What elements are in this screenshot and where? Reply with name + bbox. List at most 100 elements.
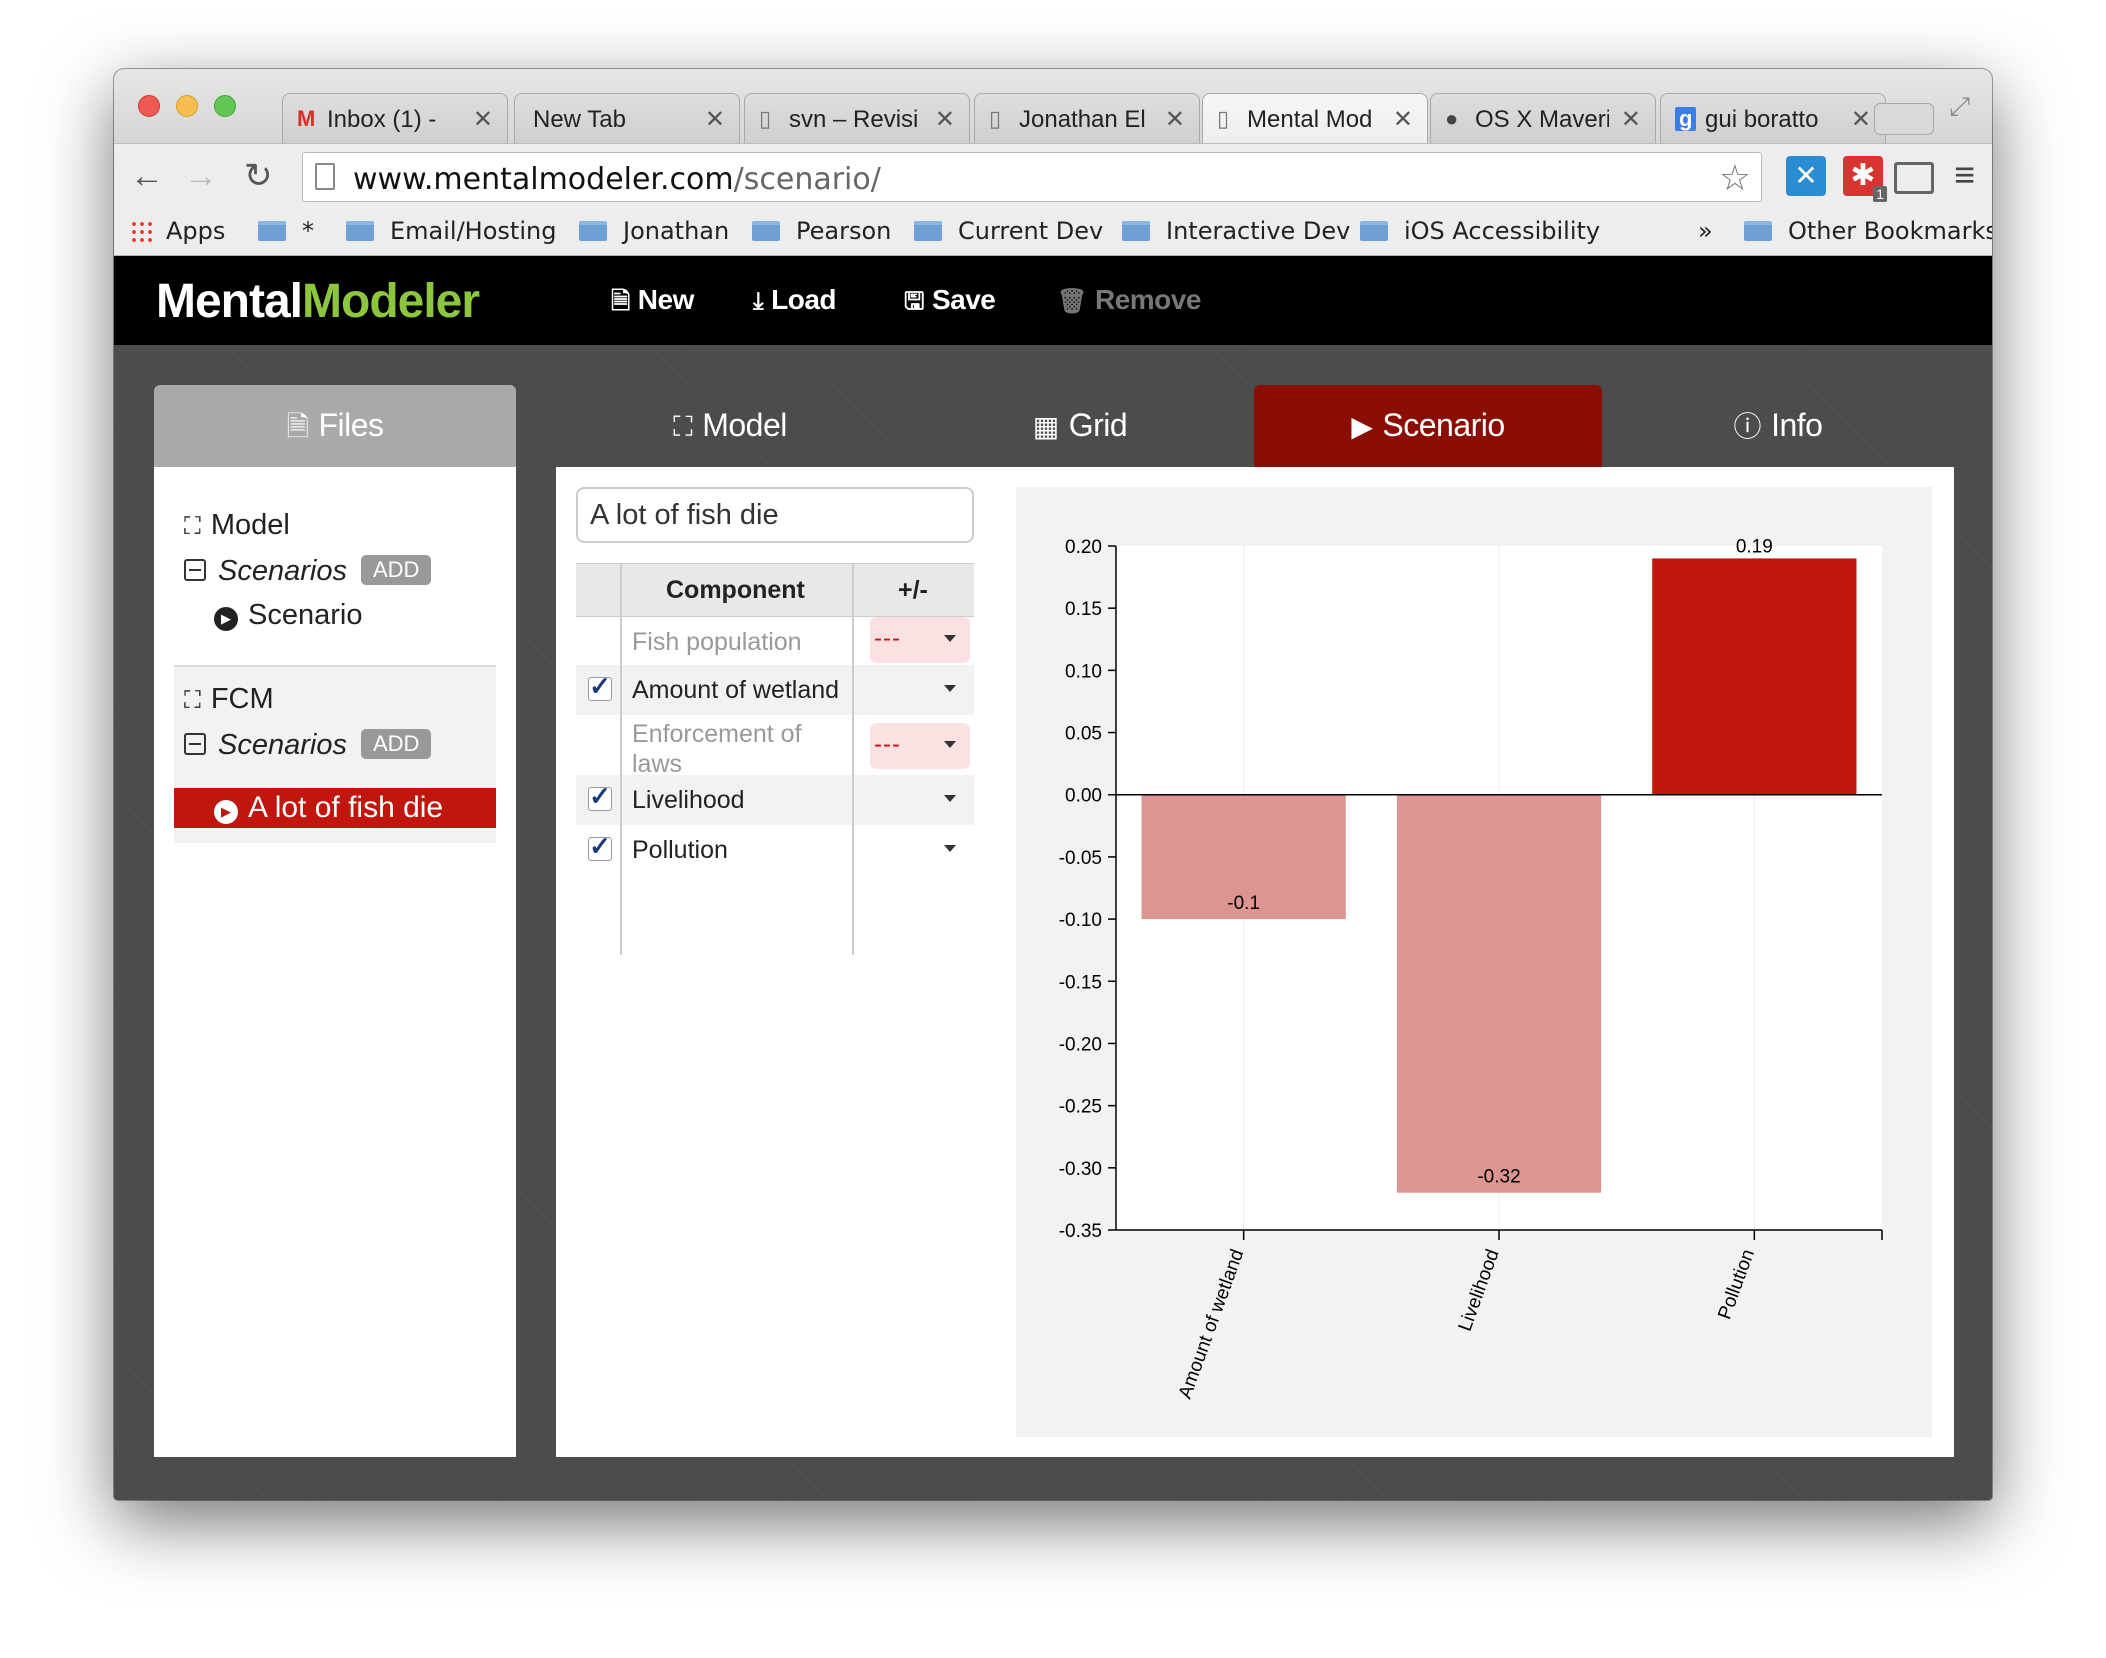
bar-value-label: -0.32 xyxy=(1477,1167,1520,1188)
fullscreen-icon[interactable]: ⤢ xyxy=(1949,91,1970,123)
forward-arrow-icon[interactable]: → xyxy=(184,156,218,196)
close-tab-icon[interactable]: ✕ xyxy=(1393,105,1413,134)
influence-select[interactable]: --- xyxy=(870,723,970,769)
component-name: Enforcement of laws xyxy=(632,720,802,778)
menu-icon[interactable]: ≡ xyxy=(1954,154,1975,196)
tab-label: Model xyxy=(702,407,787,443)
address-bar[interactable]: www.mentalmodeler.com/scenario/ ☆ xyxy=(302,152,1762,202)
page-icon: ▯ xyxy=(1217,106,1230,131)
browser-tab-google[interactable]: g gui boratto ✕ xyxy=(1660,93,1886,143)
influence-select[interactable] xyxy=(870,667,970,713)
bookmark-pearson[interactable]: Pearson xyxy=(752,217,891,245)
bookmark-other-bookmarks[interactable]: Other Bookmarks xyxy=(1744,217,1992,245)
component-name: Fish population xyxy=(632,628,802,656)
tree-fcm[interactable]: ⛶ FCM xyxy=(184,683,274,716)
x-tick-label: Amount of wetland xyxy=(1175,1247,1249,1402)
document-icon: 🗎 xyxy=(286,411,309,442)
bookmark-jonathan[interactable]: Jonathan xyxy=(579,217,729,245)
apple-icon: ● xyxy=(1445,106,1459,131)
zoom-window-button[interactable] xyxy=(214,95,236,117)
tree-fcm-scenarios[interactable]: Scenarios ADD xyxy=(184,729,432,762)
tree-model[interactable]: ⛶ Model xyxy=(184,509,290,542)
tree-selected-scenario[interactable]: ▶ A lot of fish die xyxy=(174,788,496,828)
tab-label: Files xyxy=(318,407,384,443)
close-tab-icon[interactable]: ✕ xyxy=(1851,105,1871,134)
tab-scenario[interactable]: ▶ Scenario xyxy=(1254,385,1602,467)
tab-grid[interactable]: ▦ Grid xyxy=(906,385,1254,467)
tree-model-scenarios[interactable]: Scenarios ADD xyxy=(184,555,432,588)
reload-icon[interactable]: ↻ xyxy=(244,156,273,196)
sitemap-icon: ⛶ xyxy=(673,411,693,442)
save-button[interactable]: 🖫 Save xyxy=(904,284,996,325)
back-arrow-icon[interactable]: ← xyxy=(130,156,164,196)
bookmark-star-icon[interactable]: ☆ xyxy=(1719,157,1751,199)
browser-tab-svn[interactable]: ▯ svn – Revisi ✕ xyxy=(744,93,970,143)
influence-select[interactable]: --- xyxy=(870,617,970,663)
extension-badge-icon[interactable]: ✱ 1 xyxy=(1843,156,1887,202)
bookmark-apps[interactable]: Apps xyxy=(130,217,225,245)
folder-icon xyxy=(914,221,942,241)
y-tick-label: -0.20 xyxy=(1059,1034,1102,1055)
extension-x-icon[interactable]: ✕ xyxy=(1786,156,1826,196)
cast-icon[interactable] xyxy=(1894,162,1934,194)
table-divider xyxy=(852,563,854,955)
close-tab-icon[interactable]: ✕ xyxy=(935,105,955,134)
browser-tab-inbox[interactable]: M Inbox (1) - ✕ xyxy=(282,93,508,143)
influence-select[interactable] xyxy=(870,777,970,823)
close-tab-icon[interactable]: ✕ xyxy=(1621,105,1641,134)
browser-tab-jonathan[interactable]: ▯ Jonathan El ✕ xyxy=(974,93,1200,143)
new-button[interactable]: 🗎 New xyxy=(611,284,694,325)
tab-model[interactable]: ⛶ Model xyxy=(556,385,904,467)
component-name: Pollution xyxy=(632,836,728,864)
influence-select[interactable] xyxy=(870,827,970,873)
bookmark-label: Interactive Dev xyxy=(1166,217,1351,245)
bookmark-ios-accessibility[interactable]: iOS Accessibility xyxy=(1360,217,1600,245)
browser-tab-osx[interactable]: ● OS X Maveri ✕ xyxy=(1430,93,1656,143)
component-row-pollution: ✓ Pollution xyxy=(576,825,974,875)
url-text[interactable]: www.mentalmodeler.com/scenario/ xyxy=(353,162,881,197)
x-tick-label: Pollution xyxy=(1714,1247,1759,1323)
collapse-icon[interactable] xyxy=(184,559,206,581)
add-scenario-button[interactable]: ADD xyxy=(360,729,432,759)
collapse-icon[interactable] xyxy=(184,733,206,755)
close-tab-icon[interactable]: ✕ xyxy=(1165,105,1185,134)
minimize-window-button[interactable] xyxy=(176,95,198,117)
apps-grid-icon xyxy=(130,220,152,242)
remove-button[interactable]: 🗑 Remove xyxy=(1057,284,1201,316)
scenario-name-input[interactable] xyxy=(576,487,974,543)
close-tab-icon[interactable]: ✕ xyxy=(473,105,493,134)
tab-title: Inbox (1) - xyxy=(327,106,437,133)
bookmark-current-dev[interactable]: Current Dev xyxy=(914,217,1103,245)
browser-tab-mental-modeler[interactable]: ▯ Mental Mod ✕ xyxy=(1202,93,1428,143)
info-icon: ⓘ xyxy=(1733,411,1762,442)
tab-info[interactable]: ⓘ Info xyxy=(1604,385,1952,467)
bookmarks-overflow-chevron[interactable]: » xyxy=(1698,217,1713,245)
bookmark-email-hosting[interactable]: Email/Hosting xyxy=(346,217,556,245)
y-tick-label: -0.10 xyxy=(1059,910,1102,931)
close-tab-icon[interactable]: ✕ xyxy=(705,105,725,134)
folder-icon xyxy=(579,221,607,241)
tab-title: svn – Revisi xyxy=(789,106,919,133)
load-button[interactable]: ⤓ Load xyxy=(753,284,836,316)
grid-icon: ▦ xyxy=(1032,411,1059,442)
new-tab-button[interactable] xyxy=(1874,103,1934,135)
tab-label: Grid xyxy=(1068,407,1128,443)
component-checkbox[interactable]: ✓ xyxy=(588,673,612,701)
caret-down-icon xyxy=(944,635,956,642)
save-button-label: Save xyxy=(931,284,996,315)
sitemap-icon: ⛶ xyxy=(184,513,201,540)
play-circle-icon: ▶ xyxy=(1351,411,1373,442)
add-scenario-button[interactable]: ADD xyxy=(360,555,432,585)
component-checkbox[interactable]: ✓ xyxy=(588,833,612,861)
component-checkbox[interactable]: ✓ xyxy=(588,783,612,811)
tree-scenario-item[interactable]: ▶ Scenario xyxy=(214,599,362,632)
close-window-button[interactable] xyxy=(138,95,160,117)
bookmark-interactive-dev[interactable]: Interactive Dev xyxy=(1122,217,1350,245)
bookmark-star-folder[interactable]: * xyxy=(258,217,314,245)
influence-value: --- xyxy=(874,625,901,652)
component-row-livelihood: ✓ Livelihood xyxy=(576,775,974,825)
browser-tab-new-tab[interactable]: New Tab ✕ xyxy=(514,93,740,143)
bookmark-label: Email/Hosting xyxy=(390,217,557,245)
tab-files[interactable]: 🗎 Files xyxy=(154,385,516,467)
y-tick-label: 0.20 xyxy=(1065,537,1102,558)
